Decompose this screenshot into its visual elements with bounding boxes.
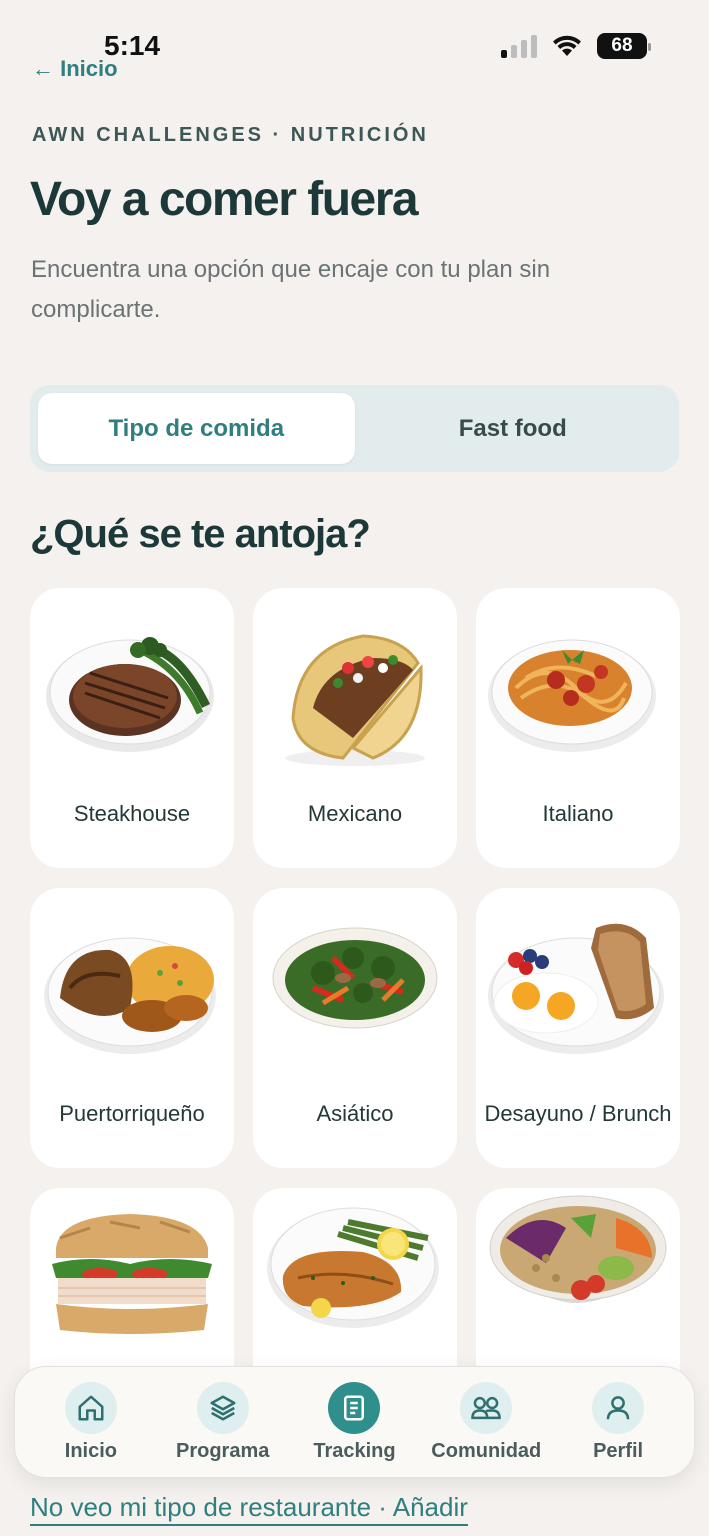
battery-icon: 68 xyxy=(597,33,651,59)
category-card-italiano[interactable]: Italiano xyxy=(476,588,680,868)
status-indicators: 68 xyxy=(501,33,651,59)
nav-label: Tracking xyxy=(313,1439,396,1462)
category-label: Asiático xyxy=(316,1101,394,1126)
salmon-asparagus-plate-icon xyxy=(267,1207,439,1328)
spaghetti-plate-icon xyxy=(488,639,656,752)
page-title: Voy a comer fuera xyxy=(30,173,419,226)
nav-item-comunidad[interactable]: Comunidad xyxy=(426,1381,546,1463)
category-card-asiatico[interactable]: Asiático xyxy=(253,888,457,1168)
people-icon xyxy=(460,1381,513,1434)
category-label: Desayuno / Brunch xyxy=(484,1101,672,1126)
grain-bowl-icon xyxy=(489,1195,667,1303)
add-restaurant-type-link[interactable]: No veo mi tipo de restaurante · Añadir xyxy=(30,1492,468,1526)
nav-item-tracking[interactable]: Tracking xyxy=(294,1381,414,1463)
nav-label: Programa xyxy=(176,1439,270,1462)
back-link[interactable]: ← Inicio xyxy=(32,56,118,82)
bottom-nav: Inicio Programa Tracking Comunidad Perfi… xyxy=(14,1366,695,1478)
category-label: Mexicano xyxy=(307,801,403,826)
chicken-rice-plantain-icon xyxy=(44,937,216,1054)
tab-tipo-de-comida[interactable]: Tipo de comida xyxy=(38,393,355,464)
category-label: Italiano xyxy=(542,801,614,826)
cellular-signal-icon xyxy=(501,34,537,58)
category-label: Puertorriqueño xyxy=(59,1101,205,1126)
nav-item-inicio[interactable]: Inicio xyxy=(31,1381,151,1463)
segmented-control: Tipo de comida Fast food xyxy=(30,385,679,472)
category-card-puertorriqueno[interactable]: Puertorriqueño xyxy=(30,888,234,1168)
nav-item-perfil[interactable]: Perfil xyxy=(558,1381,678,1463)
category-grid: Steakhouse Mexicano Italiano Puertorriqu… xyxy=(30,588,680,1468)
taco-icon xyxy=(285,634,425,766)
sandwich-icon xyxy=(52,1214,212,1334)
steak-plate-icon xyxy=(46,637,214,752)
section-title: ¿Qué se te antoja? xyxy=(30,512,371,556)
eggs-toast-plate-icon xyxy=(488,923,664,1054)
tab-fast-food[interactable]: Fast food xyxy=(355,393,672,464)
category-label: Steakhouse xyxy=(73,801,191,826)
layers-icon xyxy=(196,1381,249,1434)
nav-label: Inicio xyxy=(64,1439,117,1462)
category-card-mexicano[interactable]: Mexicano xyxy=(253,588,457,868)
user-icon xyxy=(592,1381,645,1434)
nav-label: Perfil xyxy=(593,1439,644,1462)
home-icon xyxy=(64,1381,117,1434)
page-subtitle: Encuentra una opción que encaje con tu p… xyxy=(31,256,551,323)
wifi-icon xyxy=(553,35,581,56)
clipboard-icon xyxy=(328,1381,381,1434)
eyebrow-label: AWN CHALLENGES · NUTRICIÓN xyxy=(32,124,429,146)
nav-label: Comunidad xyxy=(431,1439,542,1462)
category-card-desayuno-brunch[interactable]: Desayuno / Brunch xyxy=(476,888,680,1168)
category-card-steakhouse[interactable]: Steakhouse xyxy=(30,588,234,868)
nav-item-programa[interactable]: Programa xyxy=(163,1381,283,1463)
stir-fry-bowl-icon xyxy=(272,927,438,1029)
